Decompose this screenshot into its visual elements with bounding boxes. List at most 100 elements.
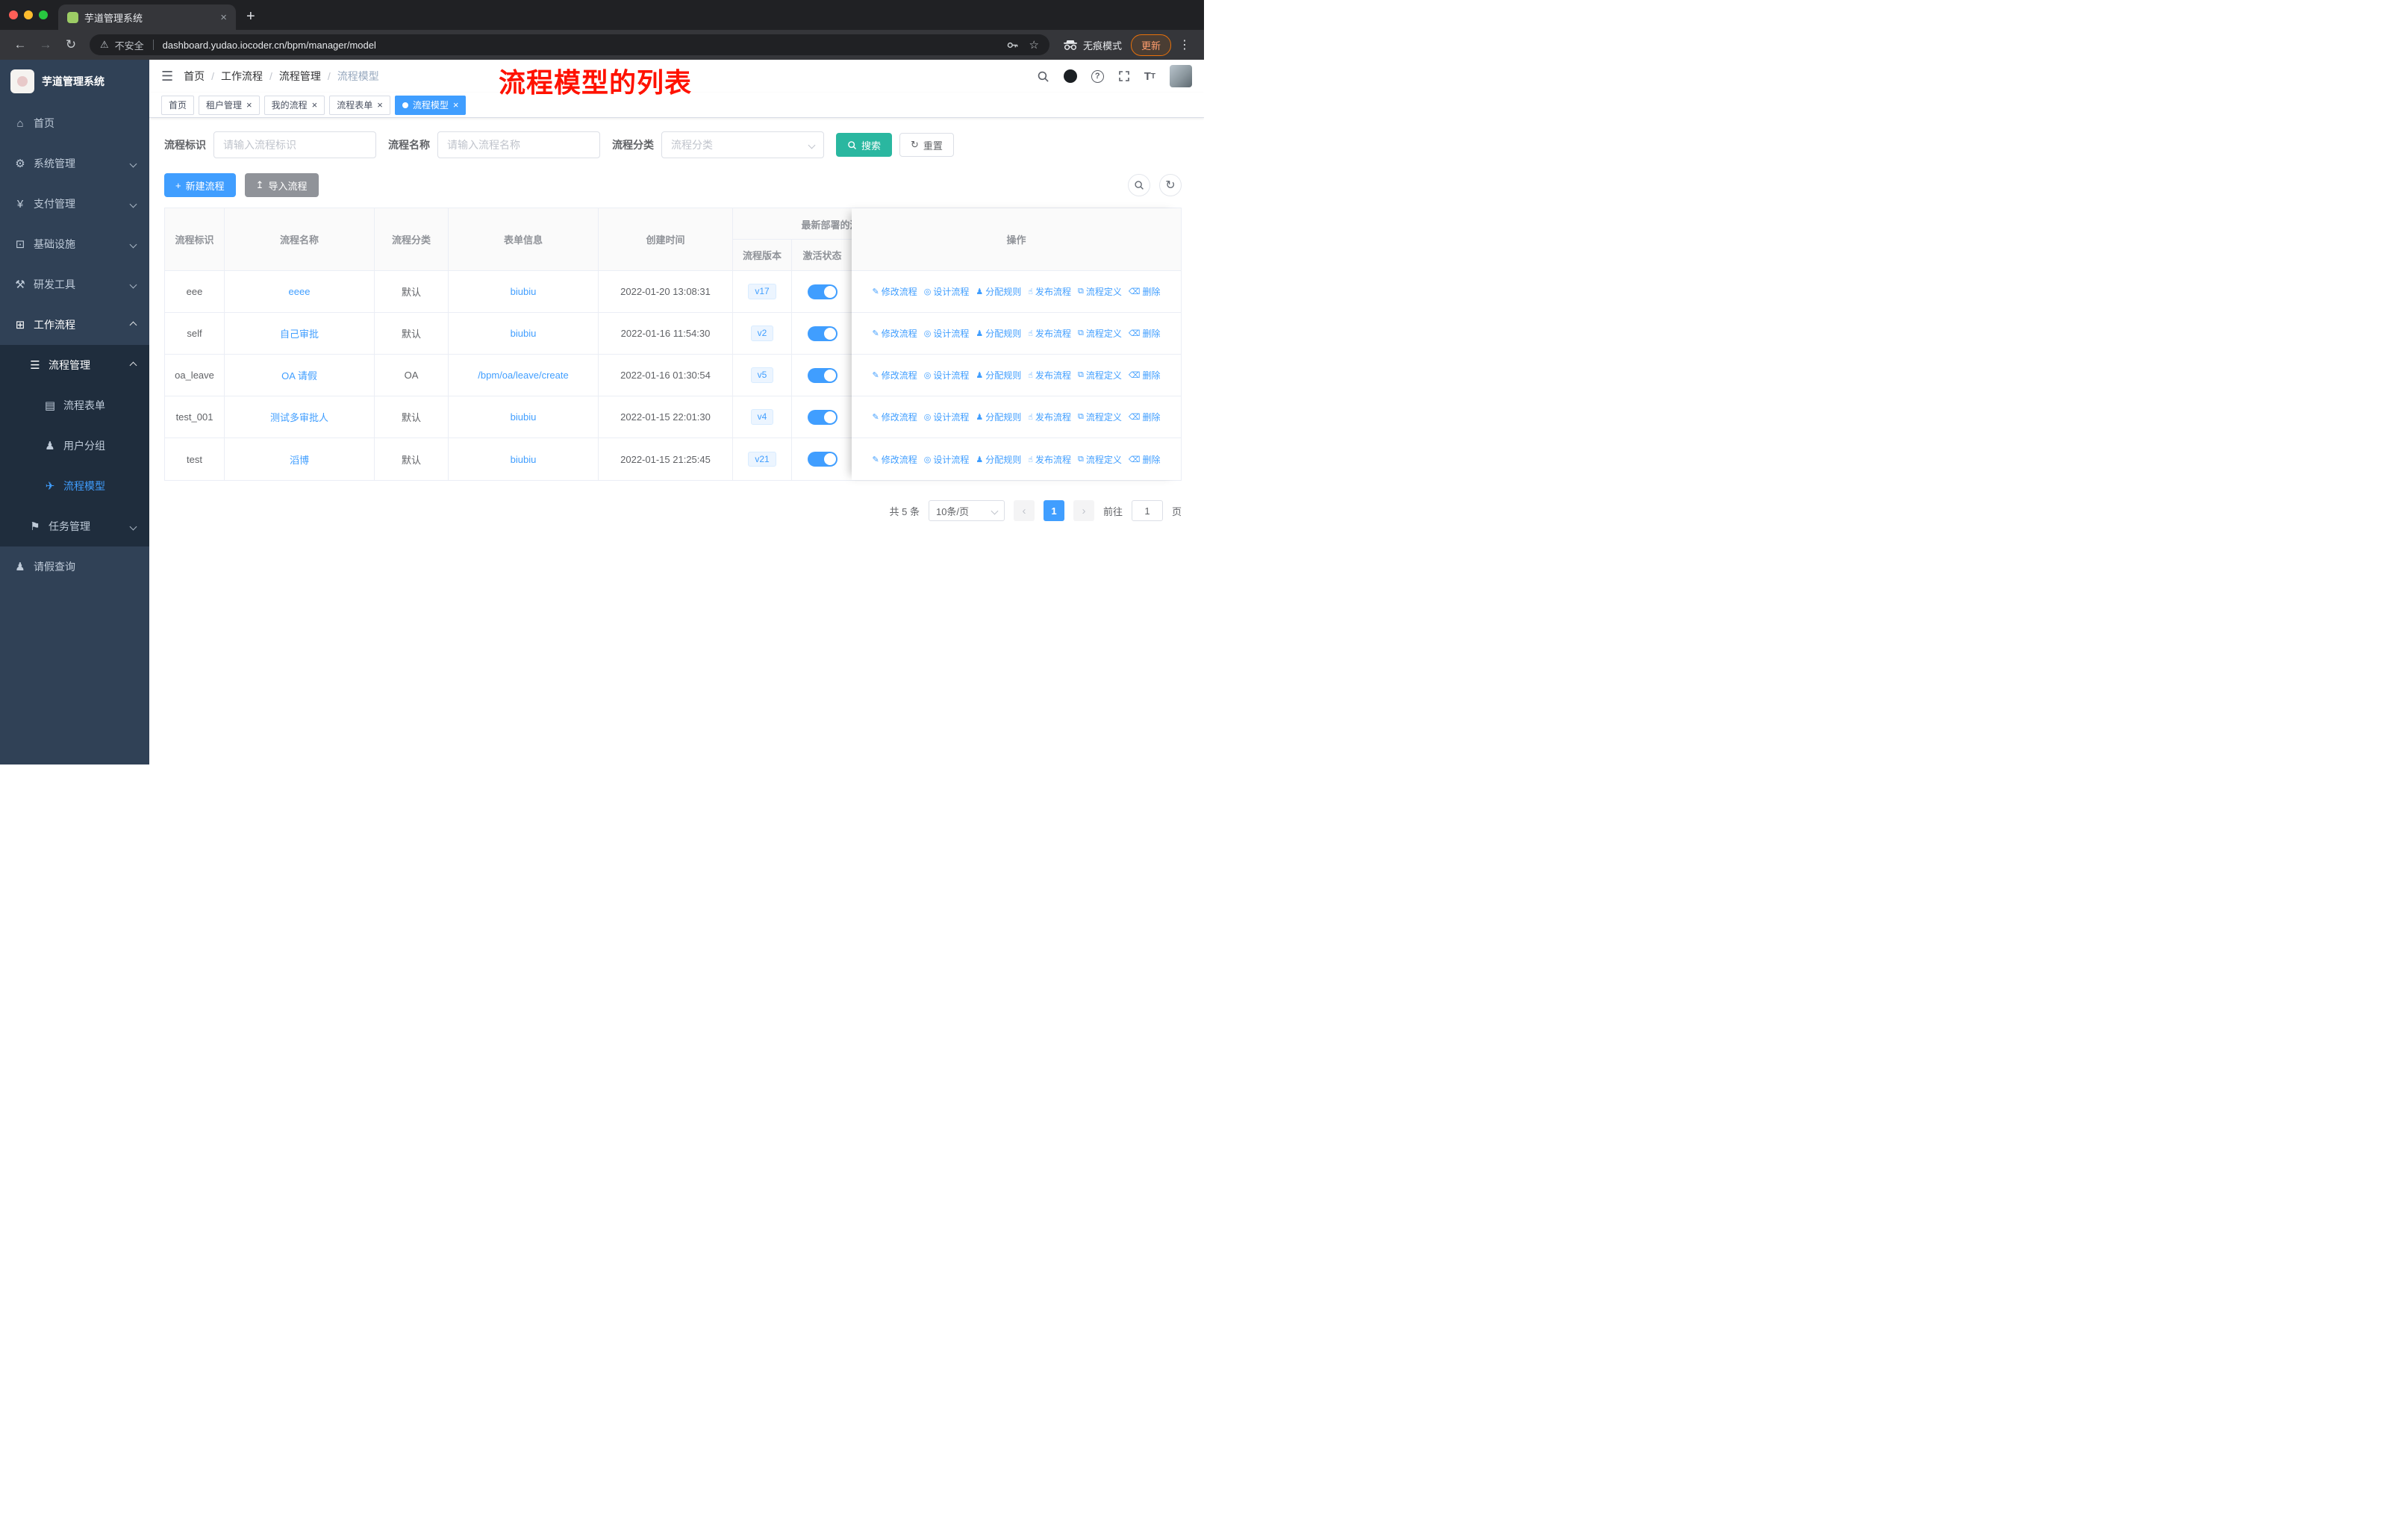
help-icon[interactable]: ? (1091, 69, 1104, 83)
active-toggle[interactable] (807, 326, 838, 341)
version-badge[interactable]: v5 (750, 367, 774, 383)
action-publish-link[interactable]: ☝ 发布流程 (1028, 327, 1071, 340)
import-process-button[interactable]: ↥ 导入流程 (244, 173, 319, 197)
close-icon[interactable]: × (377, 100, 383, 110)
close-window-button[interactable] (9, 10, 18, 19)
version-badge[interactable]: v21 (748, 451, 776, 467)
action-design-link[interactable]: ◎ 设计流程 (924, 327, 970, 340)
process-name-link[interactable]: 自己审批 (280, 326, 319, 340)
action-definition-link[interactable]: ⧉ 流程定义 (1078, 453, 1122, 466)
action-delete-link[interactable]: ⌫ 删除 (1129, 453, 1161, 466)
sidebar-item-process-model[interactable]: ✈ 流程模型 (0, 466, 149, 506)
process-key-input[interactable] (213, 131, 376, 158)
column-header-form-info[interactable]: 表单信息 (449, 208, 599, 271)
page-size-select[interactable]: 10条/页 (928, 500, 1005, 521)
sidebar-item-workflow[interactable]: ⊞ 工作流程 (0, 305, 149, 345)
collapse-sidebar-icon[interactable]: ☰ (161, 69, 173, 84)
sidebar-item-leave-query[interactable]: ♟ 请假查询 (0, 546, 149, 587)
bookmark-star-icon[interactable]: ☆ (1029, 38, 1039, 52)
version-badge[interactable]: v17 (748, 284, 776, 299)
fullscreen-icon[interactable] (1118, 70, 1130, 82)
zoom-window-button[interactable] (39, 10, 48, 19)
sidebar-item-user-group[interactable]: ♟ 用户分组 (0, 426, 149, 466)
create-process-button[interactable]: + 新建流程 (164, 173, 236, 197)
goto-page-input[interactable] (1131, 500, 1163, 521)
tag-tenant[interactable]: 租户管理 × (199, 95, 260, 115)
action-modify-link[interactable]: ✎ 修改流程 (873, 369, 917, 382)
column-header-process-key[interactable]: 流程标识 (165, 208, 225, 271)
form-info-link[interactable]: biubiu (511, 411, 537, 423)
action-publish-link[interactable]: ☝ 发布流程 (1028, 369, 1071, 382)
action-definition-link[interactable]: ⧉ 流程定义 (1078, 411, 1122, 423)
action-definition-link[interactable]: ⧉ 流程定义 (1078, 369, 1122, 382)
github-icon[interactable] (1063, 69, 1077, 83)
current-page-button[interactable]: 1 (1043, 500, 1064, 521)
tab-close-icon[interactable]: × (220, 11, 227, 24)
action-modify-link[interactable]: ✎ 修改流程 (873, 285, 917, 298)
form-info-link[interactable]: /bpm/oa/leave/create (478, 370, 568, 381)
toggle-search-icon[interactable] (1128, 174, 1150, 196)
action-definition-link[interactable]: ⧉ 流程定义 (1078, 285, 1122, 298)
reload-icon[interactable]: ↻ (60, 37, 82, 52)
process-name-link[interactable]: eeee (289, 286, 311, 297)
process-name-link[interactable]: 测试多审批人 (270, 410, 328, 424)
version-badge[interactable]: v4 (750, 409, 774, 425)
sidebar-item-home[interactable]: ⌂ 首页 (0, 103, 149, 143)
active-toggle[interactable] (807, 452, 838, 467)
forward-icon[interactable]: → (34, 37, 57, 52)
breadcrumb-item[interactable]: 流程管理 (279, 69, 321, 84)
sidebar-item-process-manage[interactable]: ☰ 流程管理 (0, 345, 149, 385)
font-size-icon[interactable]: TT (1144, 70, 1155, 83)
search-icon[interactable] (1037, 70, 1049, 83)
back-icon[interactable]: ← (9, 37, 31, 52)
action-delete-link[interactable]: ⌫ 删除 (1129, 327, 1161, 340)
action-publish-link[interactable]: ☝ 发布流程 (1028, 453, 1071, 466)
action-modify-link[interactable]: ✎ 修改流程 (873, 327, 917, 340)
action-delete-link[interactable]: ⌫ 删除 (1129, 285, 1161, 298)
action-design-link[interactable]: ◎ 设计流程 (924, 411, 970, 423)
action-publish-link[interactable]: ☝ 发布流程 (1028, 285, 1071, 298)
action-modify-link[interactable]: ✎ 修改流程 (873, 411, 917, 423)
reset-button[interactable]: ↻ 重置 (899, 133, 954, 157)
column-header-active-status[interactable]: 激活状态 (792, 240, 853, 271)
sidebar-item-payment[interactable]: ¥ 支付管理 (0, 184, 149, 224)
column-header-process-version[interactable]: 流程版本 (733, 240, 792, 271)
refresh-table-icon[interactable]: ↻ (1159, 174, 1182, 196)
close-icon[interactable]: × (246, 100, 252, 110)
sidebar-item-system[interactable]: ⚙ 系统管理 (0, 143, 149, 184)
tag-my-process[interactable]: 我的流程 × (263, 95, 325, 115)
process-name-link[interactable]: OA 请假 (281, 368, 317, 382)
tag-process-model[interactable]: 流程模型 × (394, 95, 467, 115)
minimize-window-button[interactable] (24, 10, 33, 19)
address-bar[interactable]: ⚠ 不安全 dashboard.yudao.iocoder.cn/bpm/man… (90, 34, 1049, 55)
update-chrome-button[interactable]: 更新 (1130, 34, 1171, 56)
breadcrumb-item[interactable]: 工作流程 (221, 69, 263, 84)
app-logo[interactable]: 芋道管理系统 (0, 60, 149, 103)
action-delete-link[interactable]: ⌫ 删除 (1129, 411, 1161, 423)
action-definition-link[interactable]: ⧉ 流程定义 (1078, 327, 1122, 340)
form-info-link[interactable]: biubiu (511, 286, 537, 297)
sidebar-item-devtools[interactable]: ⚒ 研发工具 (0, 264, 149, 305)
password-key-icon[interactable] (1006, 39, 1019, 52)
column-header-created-time[interactable]: 创建时间 (599, 208, 733, 271)
action-publish-link[interactable]: ☝ 发布流程 (1028, 411, 1071, 423)
action-assign-link[interactable]: ♟ 分配规则 (976, 285, 1021, 298)
close-icon[interactable]: × (453, 100, 459, 110)
column-header-process-name[interactable]: 流程名称 (225, 208, 375, 271)
tag-home[interactable]: 首页 (161, 95, 195, 115)
process-name-input[interactable] (437, 131, 600, 158)
search-button[interactable]: 搜索 (836, 133, 893, 157)
action-assign-link[interactable]: ♟ 分配规则 (976, 369, 1021, 382)
browser-menu-icon[interactable]: ⋮ (1174, 37, 1195, 52)
action-design-link[interactable]: ◎ 设计流程 (924, 285, 970, 298)
action-delete-link[interactable]: ⌫ 删除 (1129, 369, 1161, 382)
action-modify-link[interactable]: ✎ 修改流程 (873, 453, 917, 466)
active-toggle[interactable] (807, 409, 838, 425)
action-design-link[interactable]: ◎ 设计流程 (924, 453, 970, 466)
sidebar-item-infrastructure[interactable]: ⊡ 基础设施 (0, 224, 149, 264)
version-badge[interactable]: v2 (750, 326, 774, 341)
action-assign-link[interactable]: ♟ 分配规则 (976, 327, 1021, 340)
prev-page-button[interactable]: ‹ (1013, 500, 1035, 521)
active-toggle[interactable] (807, 284, 838, 299)
form-info-link[interactable]: biubiu (511, 328, 537, 339)
